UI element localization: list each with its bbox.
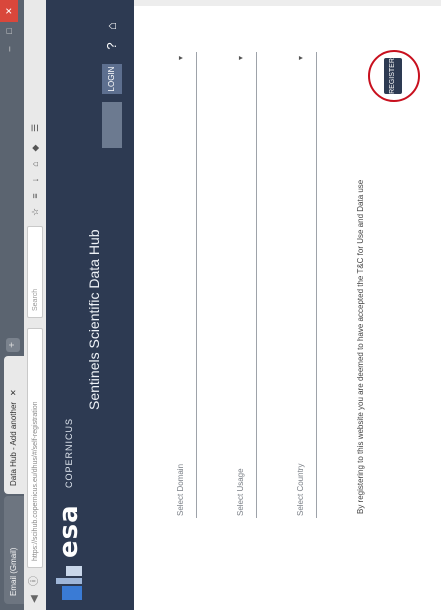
address-bar-row: ◀ ⓘ https://scihub.copernicus.eu/dhus/#/… — [24, 0, 47, 610]
copernicus-label: COPERNICUS — [64, 417, 74, 488]
search-input[interactable]: Search — [27, 226, 43, 318]
login-button[interactable]: LOGIN — [102, 64, 122, 94]
help-icon[interactable]: ? — [104, 38, 120, 54]
minimize-icon[interactable]: – — [0, 40, 18, 58]
new-tab-button[interactable]: + — [6, 338, 20, 352]
screen: Email (Gmail) Data Hub - Add another✕ + … — [0, 0, 441, 610]
download-icon[interactable]: ↓ — [29, 174, 41, 186]
home-icon[interactable]: ⌂ — [104, 18, 120, 34]
usage-select-label: Select Usage — [236, 468, 245, 516]
close-window-icon[interactable]: ✕ — [0, 0, 18, 22]
domain-select-label: Select Domain — [176, 463, 185, 516]
maximize-icon[interactable]: □ — [0, 22, 18, 40]
header-placeholder-button[interactable] — [102, 102, 122, 148]
menu-icon[interactable]: ☰ — [29, 122, 41, 134]
window-controls: – □ ✕ — [0, 0, 18, 58]
star-icon[interactable]: ☆ — [29, 206, 41, 218]
scrollbar[interactable] — [134, 0, 441, 6]
usage-select[interactable]: Select Usage ▾ — [234, 52, 257, 518]
browser-tab-1[interactable]: Email (Gmail) — [4, 496, 24, 604]
close-tab-icon[interactable]: ✕ — [9, 389, 18, 396]
country-select[interactable]: Select Country ▾ — [294, 52, 317, 518]
browser-tab-bar: Email (Gmail) Data Hub - Add another✕ + … — [0, 0, 24, 610]
site-header: esa COPERNICUS Sentinels Scientific Data… — [46, 0, 134, 610]
registration-form: Select Domain ▾ Select Usage ▾ Select Co… — [134, 0, 441, 610]
domain-select[interactable]: Select Domain ▾ — [174, 52, 197, 518]
page-title: Sentinels Scientific Data Hub — [86, 229, 102, 410]
esa-logo: esa — [54, 504, 84, 558]
register-button[interactable]: REGISTER — [384, 58, 402, 94]
tab-label: Data Hub - Add another — [9, 401, 18, 486]
copernicus-logo-icon — [56, 566, 82, 600]
back-arrow-icon[interactable]: ◀ — [28, 592, 42, 606]
home-icon[interactable]: ⌂ — [29, 158, 41, 170]
browser-tab-2[interactable]: Data Hub - Add another ✕ — [4, 356, 24, 494]
info-icon[interactable]: ⓘ — [28, 574, 42, 588]
terms-text: By registering to this website you are d… — [356, 179, 365, 514]
chevron-down-icon: ▾ — [236, 56, 245, 61]
highlight-circle: REGISTER — [368, 50, 420, 102]
url-input[interactable]: https://scihub.copernicus.eu/dhus/#/self… — [27, 328, 43, 568]
tab-label: Email (Gmail) — [9, 547, 18, 596]
chevron-down-icon: ▾ — [176, 56, 185, 61]
country-select-label: Select Country — [296, 463, 305, 516]
reading-list-icon[interactable]: ≡ — [29, 190, 41, 202]
shield-icon[interactable]: ◆ — [29, 142, 41, 154]
chevron-down-icon: ▾ — [296, 56, 305, 61]
